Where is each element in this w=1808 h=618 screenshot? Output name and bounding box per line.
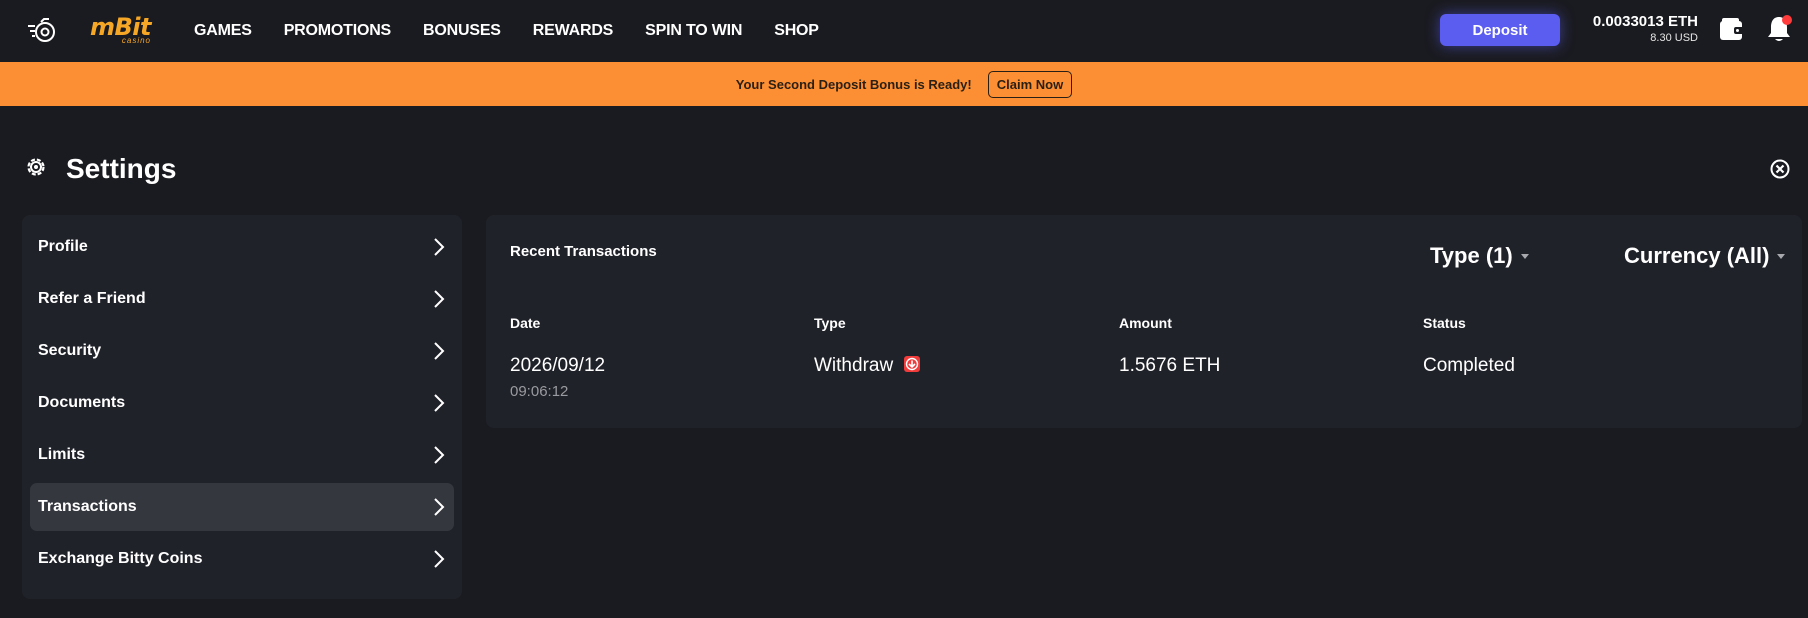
notification-badge <box>1782 15 1792 25</box>
column-header-type: Type <box>814 315 846 331</box>
currency-filter-label: Currency (All) <box>1624 243 1770 268</box>
wallet-icon[interactable] <box>1718 16 1746 44</box>
sidebar-item-exchange-bitty-coins[interactable]: Exchange Bitty Coins <box>30 535 454 583</box>
sidebar-item-label: Exchange Bitty Coins <box>38 550 203 567</box>
caret-down-icon <box>1520 253 1529 259</box>
chevron-right-icon <box>434 290 445 308</box>
chevron-right-icon <box>434 342 445 360</box>
caret-down-icon <box>1777 253 1786 259</box>
sidebar-item-label: Documents <box>38 394 126 411</box>
promo-text: Your Second Deposit Bonus is Ready! <box>735 76 972 92</box>
sidebar-item-label: Limits <box>38 446 86 463</box>
transaction-amount: 1.5676 ETH <box>1119 355 1221 376</box>
nav-rewards[interactable]: REWARDS <box>533 22 614 40</box>
sidebar-item-transactions[interactable]: Transactions <box>30 483 454 531</box>
nav-games[interactable]: GAMES <box>194 22 252 40</box>
column-header-amount: Amount <box>1119 315 1172 331</box>
transaction-type-label: Withdraw <box>814 355 894 376</box>
sidebar-item-label: Refer a Friend <box>38 290 146 307</box>
transaction-type: Withdraw <box>814 355 921 377</box>
currency-filter-dropdown[interactable]: Currency (All) <box>1624 241 1786 271</box>
chevron-right-icon <box>434 498 445 516</box>
logo-subtext: casino <box>121 35 151 45</box>
withdraw-arrow-icon <box>904 355 921 372</box>
notifications-bell-icon[interactable] <box>1764 14 1794 44</box>
balance-display[interactable]: 0.0033013 ETH 8.30 USD <box>1570 13 1698 45</box>
panel-title: Recent Transactions <box>510 243 657 260</box>
sidebar-item-profile[interactable]: Profile <box>30 223 454 271</box>
nav-spin-to-win[interactable]: SPIN TO WIN <box>645 22 742 40</box>
nav-promotions[interactable]: PROMOTIONS <box>284 22 392 40</box>
type-filter-label: Type (1) <box>1430 243 1513 268</box>
sidebar-item-label: Transactions <box>38 498 137 515</box>
sidebar-item-refer-a-friend[interactable]: Refer a Friend <box>30 275 454 323</box>
close-icon[interactable] <box>1770 159 1790 179</box>
transaction-date: 2026/09/12 <box>510 355 606 376</box>
sidebar-item-label: Security <box>38 342 102 359</box>
deposit-button[interactable]: Deposit <box>1440 14 1560 46</box>
sidebar-item-label: Profile <box>38 238 88 255</box>
chevron-right-icon <box>434 446 445 464</box>
chevron-right-icon <box>434 394 445 412</box>
page-title: Settings <box>66 153 177 184</box>
type-filter-dropdown[interactable]: Type (1) <box>1430 241 1529 271</box>
transaction-status: Completed <box>1423 355 1515 376</box>
mbit-casino-logo[interactable]: mBit casino <box>90 12 152 48</box>
claim-now-button[interactable]: Claim Now <box>987 70 1073 98</box>
menu-toggle-icon[interactable] <box>26 16 60 46</box>
balance-crypto: 0.0033013 ETH <box>1592 13 1698 30</box>
sidebar-item-documents[interactable]: Documents <box>30 379 454 427</box>
sidebar-item-security[interactable]: Security <box>30 327 454 375</box>
chevron-right-icon <box>434 550 445 568</box>
column-header-date: Date <box>510 315 541 331</box>
transaction-time: 09:06:12 <box>510 383 569 400</box>
transactions-panel: Recent Transactions Type (1) Currency (A… <box>486 215 1802 428</box>
chevron-right-icon <box>434 238 445 256</box>
sidebar-item-limits[interactable]: Limits <box>30 431 454 479</box>
nav-shop[interactable]: SHOP <box>774 22 819 40</box>
balance-fiat: 8.30 USD <box>1650 32 1698 44</box>
promo-banner: Your Second Deposit Bonus is Ready! Clai… <box>0 62 1808 106</box>
column-header-status: Status <box>1423 315 1466 331</box>
settings-header: Settings <box>24 150 176 188</box>
gear-icon <box>24 155 48 184</box>
main-nav: GAMES PROMOTIONS BONUSES REWARDS SPIN TO… <box>194 0 819 62</box>
nav-bonuses[interactable]: BONUSES <box>423 22 501 40</box>
top-navigation-bar: mBit casino GAMES PROMOTIONS BONUSES REW… <box>0 0 1808 62</box>
settings-sidebar: Profile Refer a Friend Security Document… <box>22 215 462 599</box>
logo-wordmark: mBit <box>90 12 152 41</box>
